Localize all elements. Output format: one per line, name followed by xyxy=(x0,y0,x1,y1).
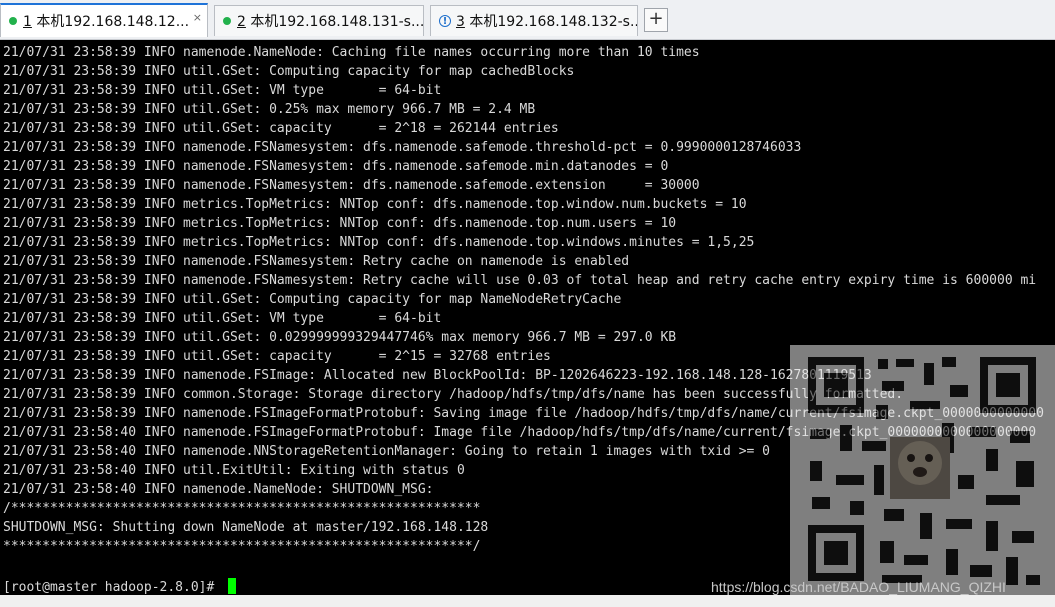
terminal-line: 21/07/31 23:58:39 INFO util.GSet: Comput… xyxy=(3,64,575,79)
qr-code-watermark xyxy=(790,345,1055,595)
terminal-line: 21/07/31 23:58:39 INFO namenode.FSNamesy… xyxy=(3,178,700,193)
add-tab-button[interactable]: + xyxy=(644,8,668,32)
terminal-line: 21/07/31 23:58:39 INFO util.GSet: capaci… xyxy=(3,349,551,364)
terminal-line: 21/07/31 23:58:39 INFO metrics.TopMetric… xyxy=(3,197,747,212)
terminal-line: 21/07/31 23:58:40 INFO util.ExitUtil: Ex… xyxy=(3,463,465,478)
warning-status-icon: ! xyxy=(439,15,451,27)
tab-2[interactable]: 2 本机192.168.148.131-s... xyxy=(214,5,424,36)
connected-status-icon xyxy=(223,17,231,25)
tab-label: 3 本机192.168.148.132-s... xyxy=(456,14,637,30)
terminal-line: SHUTDOWN_MSG: Shutting down NameNode at … xyxy=(3,520,489,535)
status-strip xyxy=(0,595,1055,607)
terminal-line: 21/07/31 23:58:39 INFO util.GSet: Comput… xyxy=(3,292,622,307)
tab-label: 1 本机192.168.148.12... xyxy=(23,14,190,30)
terminal-line: 21/07/31 23:58:39 INFO common.Storage: S… xyxy=(3,387,904,402)
source-watermark: https://blog.csdn.net/BADAO_LIUMANG_QIZH… xyxy=(711,579,1006,595)
terminal-line: 21/07/31 23:58:40 INFO namenode.NNStorag… xyxy=(3,444,771,459)
shell-prompt: [root@master hadoop-2.8.0]# xyxy=(3,578,237,595)
terminal-line: 21/07/31 23:58:39 INFO namenode.FSNamesy… xyxy=(3,159,669,174)
terminal-line: 21/07/31 23:58:39 INFO util.GSet: 0.0299… xyxy=(3,330,677,345)
terminal-line: 21/07/31 23:58:39 INFO util.GSet: VM typ… xyxy=(3,83,442,98)
terminal-line: 21/07/31 23:58:39 INFO metrics.TopMetric… xyxy=(3,216,677,231)
tab-label: 2 本机192.168.148.131-s... xyxy=(237,14,423,30)
terminal-line: 21/07/31 23:58:39 INFO namenode.FSNamesy… xyxy=(3,273,1037,288)
terminal-line: 21/07/31 23:58:39 INFO metrics.TopMetric… xyxy=(3,235,755,250)
tab-bar: 1 本机192.168.148.12... × 2 本机192.168.148.… xyxy=(0,0,1055,40)
close-tab-icon[interactable]: × xyxy=(193,11,202,24)
tab-1[interactable]: 1 本机192.168.148.12... × xyxy=(0,3,208,37)
terminal-line: 21/07/31 23:58:39 INFO namenode.FSNamesy… xyxy=(3,254,630,269)
terminal-line: 21/07/31 23:58:39 INFO util.GSet: VM typ… xyxy=(3,311,442,326)
tab-3[interactable]: ! 3 本机192.168.148.132-s... xyxy=(430,5,638,36)
cursor xyxy=(228,578,237,594)
terminal-line: 21/07/31 23:58:39 INFO namenode.FSImage:… xyxy=(3,368,872,383)
terminal-line: 21/07/31 23:58:39 INFO util.GSet: capaci… xyxy=(3,121,559,136)
terminal-line: 21/07/31 23:58:39 INFO namenode.NameNode… xyxy=(3,45,700,60)
terminal-line: 21/07/31 23:58:39 INFO util.GSet: 0.25% … xyxy=(3,102,536,117)
terminal-line: /***************************************… xyxy=(3,501,481,516)
terminal-line: 21/07/31 23:58:40 INFO namenode.NameNode… xyxy=(3,482,434,497)
terminal-line: ****************************************… xyxy=(3,539,481,554)
connected-status-icon xyxy=(9,17,17,25)
terminal-line: 21/07/31 23:58:39 INFO namenode.FSNamesy… xyxy=(3,140,802,155)
